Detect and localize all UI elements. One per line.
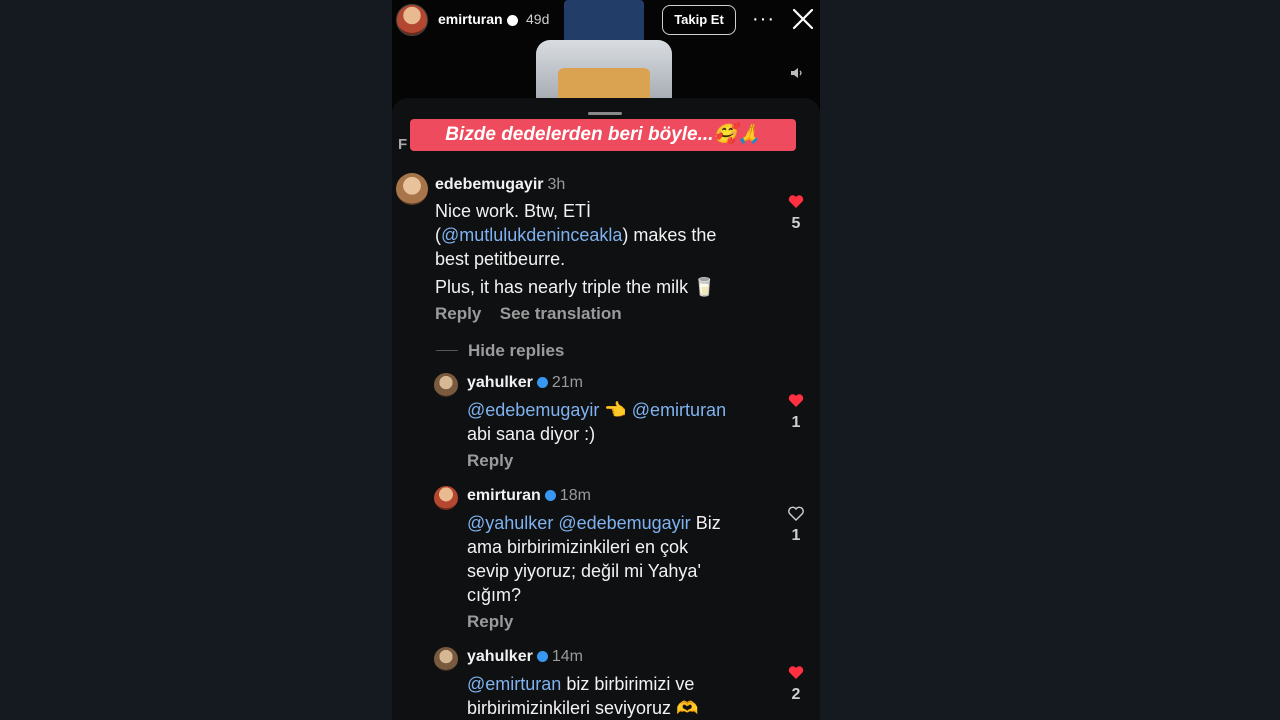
hide-replies-divider bbox=[436, 350, 458, 351]
reply-text: @yahulker @edebemugayir Biz ama birbirim… bbox=[467, 513, 721, 605]
reply-username[interactable]: emirturan bbox=[467, 487, 541, 504]
verified-badge-icon bbox=[536, 651, 548, 663]
avatar[interactable] bbox=[434, 486, 458, 510]
sheet-header-partial: F bbox=[398, 136, 408, 153]
mention-link[interactable]: @edebemugayir bbox=[558, 513, 690, 533]
avatar[interactable] bbox=[434, 373, 458, 397]
comments-sheet: F Bizde dedelerden beri böyle...🥰🙏 edebe… bbox=[392, 98, 820, 720]
heart-filled-icon bbox=[788, 394, 804, 407]
reply-button[interactable]: Reply bbox=[467, 451, 513, 471]
like-count: 1 bbox=[791, 527, 801, 544]
heart-filled-icon bbox=[788, 666, 804, 679]
reply-button[interactable]: Reply bbox=[467, 612, 513, 632]
caption-banner: Bizde dedelerden beri böyle...🥰🙏 bbox=[410, 119, 796, 151]
like-button[interactable]: 5 bbox=[786, 194, 806, 233]
see-translation-button[interactable]: See translation bbox=[500, 304, 622, 323]
reply-time: 21m bbox=[551, 374, 583, 391]
verified-badge-icon bbox=[544, 490, 556, 502]
reply-text: @edebemugayir 👈 @emirturan abi sana diyo… bbox=[467, 400, 727, 444]
avatar[interactable] bbox=[396, 173, 428, 205]
story-avatar[interactable] bbox=[396, 4, 428, 36]
reply-username[interactable]: yahulker bbox=[467, 374, 533, 391]
heart-filled-icon bbox=[788, 195, 804, 208]
mention-link[interactable]: @mutlulukdeninceakla bbox=[441, 225, 622, 245]
reply-text: @emirturan biz birbirimizi ve birbirimiz… bbox=[467, 674, 699, 718]
reply-username[interactable]: yahulker bbox=[467, 648, 533, 665]
mention-link[interactable]: @emirturan bbox=[467, 674, 561, 694]
verified-badge-icon bbox=[536, 377, 548, 389]
like-button[interactable]: 1 bbox=[786, 506, 806, 545]
sound-muted-icon[interactable] bbox=[790, 66, 804, 80]
close-icon[interactable] bbox=[792, 8, 814, 30]
hide-replies-button[interactable]: Hide replies bbox=[468, 341, 564, 361]
mention-link[interactable]: @yahulker bbox=[467, 513, 553, 533]
phone-screen: emirturan 49d Takip Et ··· F Bizde dedel… bbox=[392, 0, 820, 720]
reply-button[interactable]: Reply bbox=[435, 304, 481, 323]
reply-time: 18m bbox=[559, 487, 591, 504]
follow-button[interactable]: Takip Et bbox=[662, 5, 736, 35]
like-count: 2 bbox=[791, 686, 801, 703]
sheet-grabber[interactable] bbox=[588, 112, 622, 115]
like-button[interactable]: 1 bbox=[786, 393, 806, 432]
story-image-watch bbox=[536, 0, 672, 110]
story-username[interactable]: emirturan bbox=[438, 11, 518, 27]
comment-username[interactable]: edebemugayir bbox=[435, 176, 543, 193]
comment-text: Nice work. Btw, ETİ (@mutlulukdeninceakl… bbox=[435, 201, 717, 269]
like-button[interactable]: 2 bbox=[786, 665, 806, 704]
more-options-icon[interactable]: ··· bbox=[752, 8, 775, 31]
like-count: 1 bbox=[791, 414, 801, 431]
reply-time: 14m bbox=[551, 648, 583, 665]
verified-badge-icon bbox=[506, 14, 518, 26]
comment-text-extra: Plus, it has nearly triple the milk 🥛 bbox=[435, 277, 716, 297]
mention-link[interactable]: @edebemugayir bbox=[467, 400, 599, 420]
heart-outline-icon bbox=[788, 506, 804, 521]
like-count: 5 bbox=[791, 215, 801, 232]
story-view: emirturan 49d Takip Et ··· bbox=[392, 0, 820, 112]
avatar[interactable] bbox=[434, 647, 458, 671]
comment-time: 3h bbox=[547, 176, 566, 193]
mention-link[interactable]: @emirturan bbox=[632, 400, 726, 420]
story-time: 49d bbox=[526, 11, 550, 27]
